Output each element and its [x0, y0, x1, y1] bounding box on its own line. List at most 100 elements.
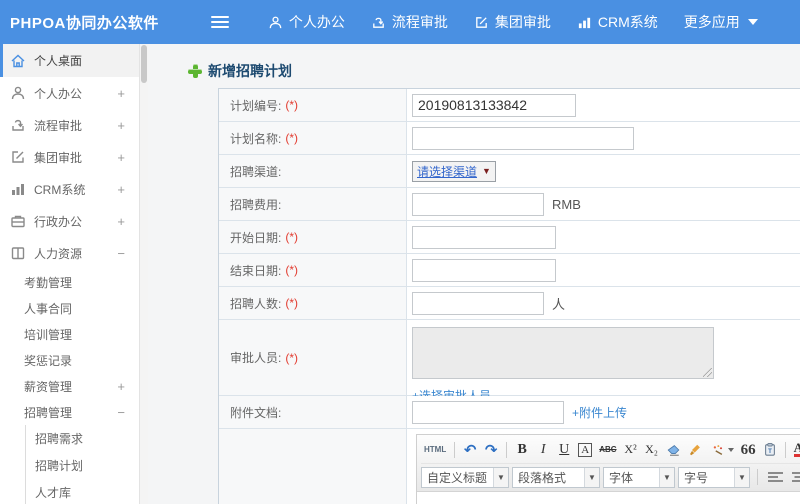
sidebar-item-hr[interactable]: 人力资源 −	[0, 237, 139, 269]
font-size-select[interactable]: 字号 ▼	[678, 466, 750, 488]
channel-select[interactable]: 请选择渠道 ▼	[412, 160, 496, 182]
editor-toolbar: HTML ↶ ↷ B I U A ABC X² X₂ 66 T A 自定义标题 …	[417, 435, 800, 492]
expand-plus-icon[interactable]: +	[117, 182, 125, 197]
edit-square-icon	[474, 15, 489, 30]
font-family-select[interactable]: 字体 ▼	[603, 466, 675, 488]
field-label: 审批人员:	[230, 351, 282, 365]
sidebar-item-group-approval[interactable]: 集团审批 +	[0, 141, 139, 173]
plan-number-input[interactable]	[412, 93, 576, 117]
sidebar-item-personal-office[interactable]: 个人办公 +	[0, 77, 139, 109]
app-logo: PHPOA协同办公软件	[10, 14, 159, 32]
dropdown-caret-icon: ▼	[734, 467, 749, 487]
sidebar-item-rewards[interactable]: 奖惩记录	[0, 347, 139, 373]
form-row-attachment: 附件文档: +附件上传	[219, 396, 800, 429]
sidebar-item-recruit-demand[interactable]: 招聘需求	[26, 425, 139, 452]
sidebar-item-admin-office[interactable]: 行政办公 +	[0, 205, 139, 237]
paragraph-format-select[interactable]: 段落格式 ▼	[512, 466, 600, 488]
bar-chart-icon	[577, 15, 592, 30]
sidebar-item-recruit-plan[interactable]: 招聘计划	[26, 452, 139, 479]
sidebar-item-personal-desktop[interactable]: 个人桌面	[0, 44, 139, 77]
sidebar-scrollbar[interactable]	[140, 44, 148, 504]
sidebar-item-attendance[interactable]: 考勤管理	[0, 269, 139, 295]
sidebar-item-recruitment[interactable]: 招聘管理 −	[0, 399, 139, 425]
form-row-editor: HTML ↶ ↷ B I U A ABC X² X₂ 66 T A 自定义标题 …	[219, 429, 800, 504]
briefcase-icon	[10, 213, 26, 229]
book-icon	[10, 245, 26, 261]
fee-input[interactable]	[412, 192, 544, 216]
form-row-channel: 招聘渠道: 请选择渠道 ▼	[219, 155, 800, 188]
field-label: 计划编号:	[230, 98, 282, 113]
font-color-button[interactable]: A	[791, 440, 800, 460]
field-label: 计划名称:	[230, 131, 282, 146]
required-marker: (*)	[285, 98, 299, 112]
headcount-unit-label: 人	[552, 296, 566, 312]
top-navigation: 个人办公 流程审批 集团审批 CRM系统 更多应用	[255, 0, 771, 44]
field-label: 开始日期:	[230, 230, 282, 245]
subscript-button[interactable]: X₂	[642, 440, 662, 460]
dropdown-caret-icon	[727, 447, 734, 452]
end-date-input[interactable]	[412, 258, 556, 282]
flow-icon	[371, 15, 386, 30]
recruit-plan-form: 计划编号: (*) 计划名称: (*) 招聘	[218, 88, 800, 504]
form-row-plan-name: 计划名称: (*)	[219, 122, 800, 155]
autotypeset-button[interactable]: A	[578, 442, 593, 457]
blockquote-button[interactable]: 66	[738, 440, 759, 460]
source-code-button[interactable]: HTML	[421, 440, 449, 460]
sidebar-item-workflow-approval[interactable]: 流程审批 +	[0, 109, 139, 141]
person-icon	[10, 85, 26, 101]
align-left-button[interactable]	[765, 467, 786, 487]
start-date-input[interactable]	[412, 225, 556, 249]
bold-button[interactable]: B	[512, 440, 532, 460]
expand-plus-icon[interactable]: +	[117, 150, 125, 165]
attachment-input[interactable]	[412, 400, 564, 424]
hamburger-menu-icon[interactable]	[210, 13, 229, 31]
required-marker: (*)	[285, 263, 299, 277]
approver-textarea[interactable]	[412, 327, 714, 379]
headcount-input[interactable]	[412, 291, 544, 315]
collapse-minus-icon[interactable]: −	[117, 405, 125, 420]
sidebar: 个人桌面 个人办公 + 流程审批 + 集团审批 + CRM系统 + 行政办公 +…	[0, 44, 140, 504]
superscript-button[interactable]: X²	[621, 440, 641, 460]
topnav-item-more-apps[interactable]: 更多应用	[671, 0, 771, 44]
page-title: 新增招聘计划	[148, 44, 800, 84]
paste-text-button[interactable]: T	[760, 440, 780, 460]
topnav-item-group-approval[interactable]: 集团审批	[461, 0, 564, 44]
sidebar-item-crm[interactable]: CRM系统 +	[0, 173, 139, 205]
edit-square-icon	[10, 149, 26, 165]
topnav-item-workflow-approval[interactable]: 流程审批	[358, 0, 461, 44]
eraser-button[interactable]	[663, 440, 684, 460]
required-marker: (*)	[285, 350, 299, 365]
scrollbar-thumb[interactable]	[141, 45, 147, 83]
topnav-item-crm[interactable]: CRM系统	[564, 0, 671, 44]
required-marker: (*)	[285, 131, 299, 145]
collapse-minus-icon[interactable]: −	[117, 246, 125, 261]
sidebar-item-training[interactable]: 培训管理	[0, 321, 139, 347]
field-label: 招聘人数:	[230, 296, 282, 311]
format-painter-button[interactable]	[707, 440, 737, 460]
custom-title-select[interactable]: 自定义标题 ▼	[421, 466, 509, 488]
expand-plus-icon[interactable]: +	[117, 86, 125, 101]
svg-text:T: T	[768, 448, 772, 455]
plus-icon	[188, 64, 202, 78]
sidebar-item-salary[interactable]: 薪资管理 +	[0, 373, 139, 399]
topnav-item-personal-office[interactable]: 个人办公	[255, 0, 358, 44]
sidebar-item-talent-pool[interactable]: 人才库	[26, 479, 139, 504]
expand-plus-icon[interactable]: +	[117, 118, 125, 133]
redo-button[interactable]: ↷	[481, 440, 501, 460]
expand-plus-icon[interactable]: +	[117, 214, 125, 229]
expand-plus-icon[interactable]: +	[117, 379, 125, 394]
form-row-start-date: 开始日期: (*)	[219, 221, 800, 254]
attachment-upload-link[interactable]: +附件上传	[572, 406, 627, 420]
underline-button[interactable]: U	[554, 440, 574, 460]
format-brush-button[interactable]	[685, 440, 706, 460]
main-content: 新增招聘计划 计划编号: (*) 计划名称: (*)	[148, 44, 800, 504]
editor-content-area[interactable]	[417, 492, 800, 504]
plan-name-input[interactable]	[412, 126, 634, 150]
sidebar-item-hr-contract[interactable]: 人事合同	[0, 295, 139, 321]
undo-button[interactable]: ↶	[460, 440, 480, 460]
strikethrough-button[interactable]: ABC	[596, 440, 619, 460]
align-center-button[interactable]	[789, 467, 800, 487]
required-marker: (*)	[285, 296, 299, 310]
person-icon	[268, 15, 283, 30]
italic-button[interactable]: I	[533, 440, 553, 460]
